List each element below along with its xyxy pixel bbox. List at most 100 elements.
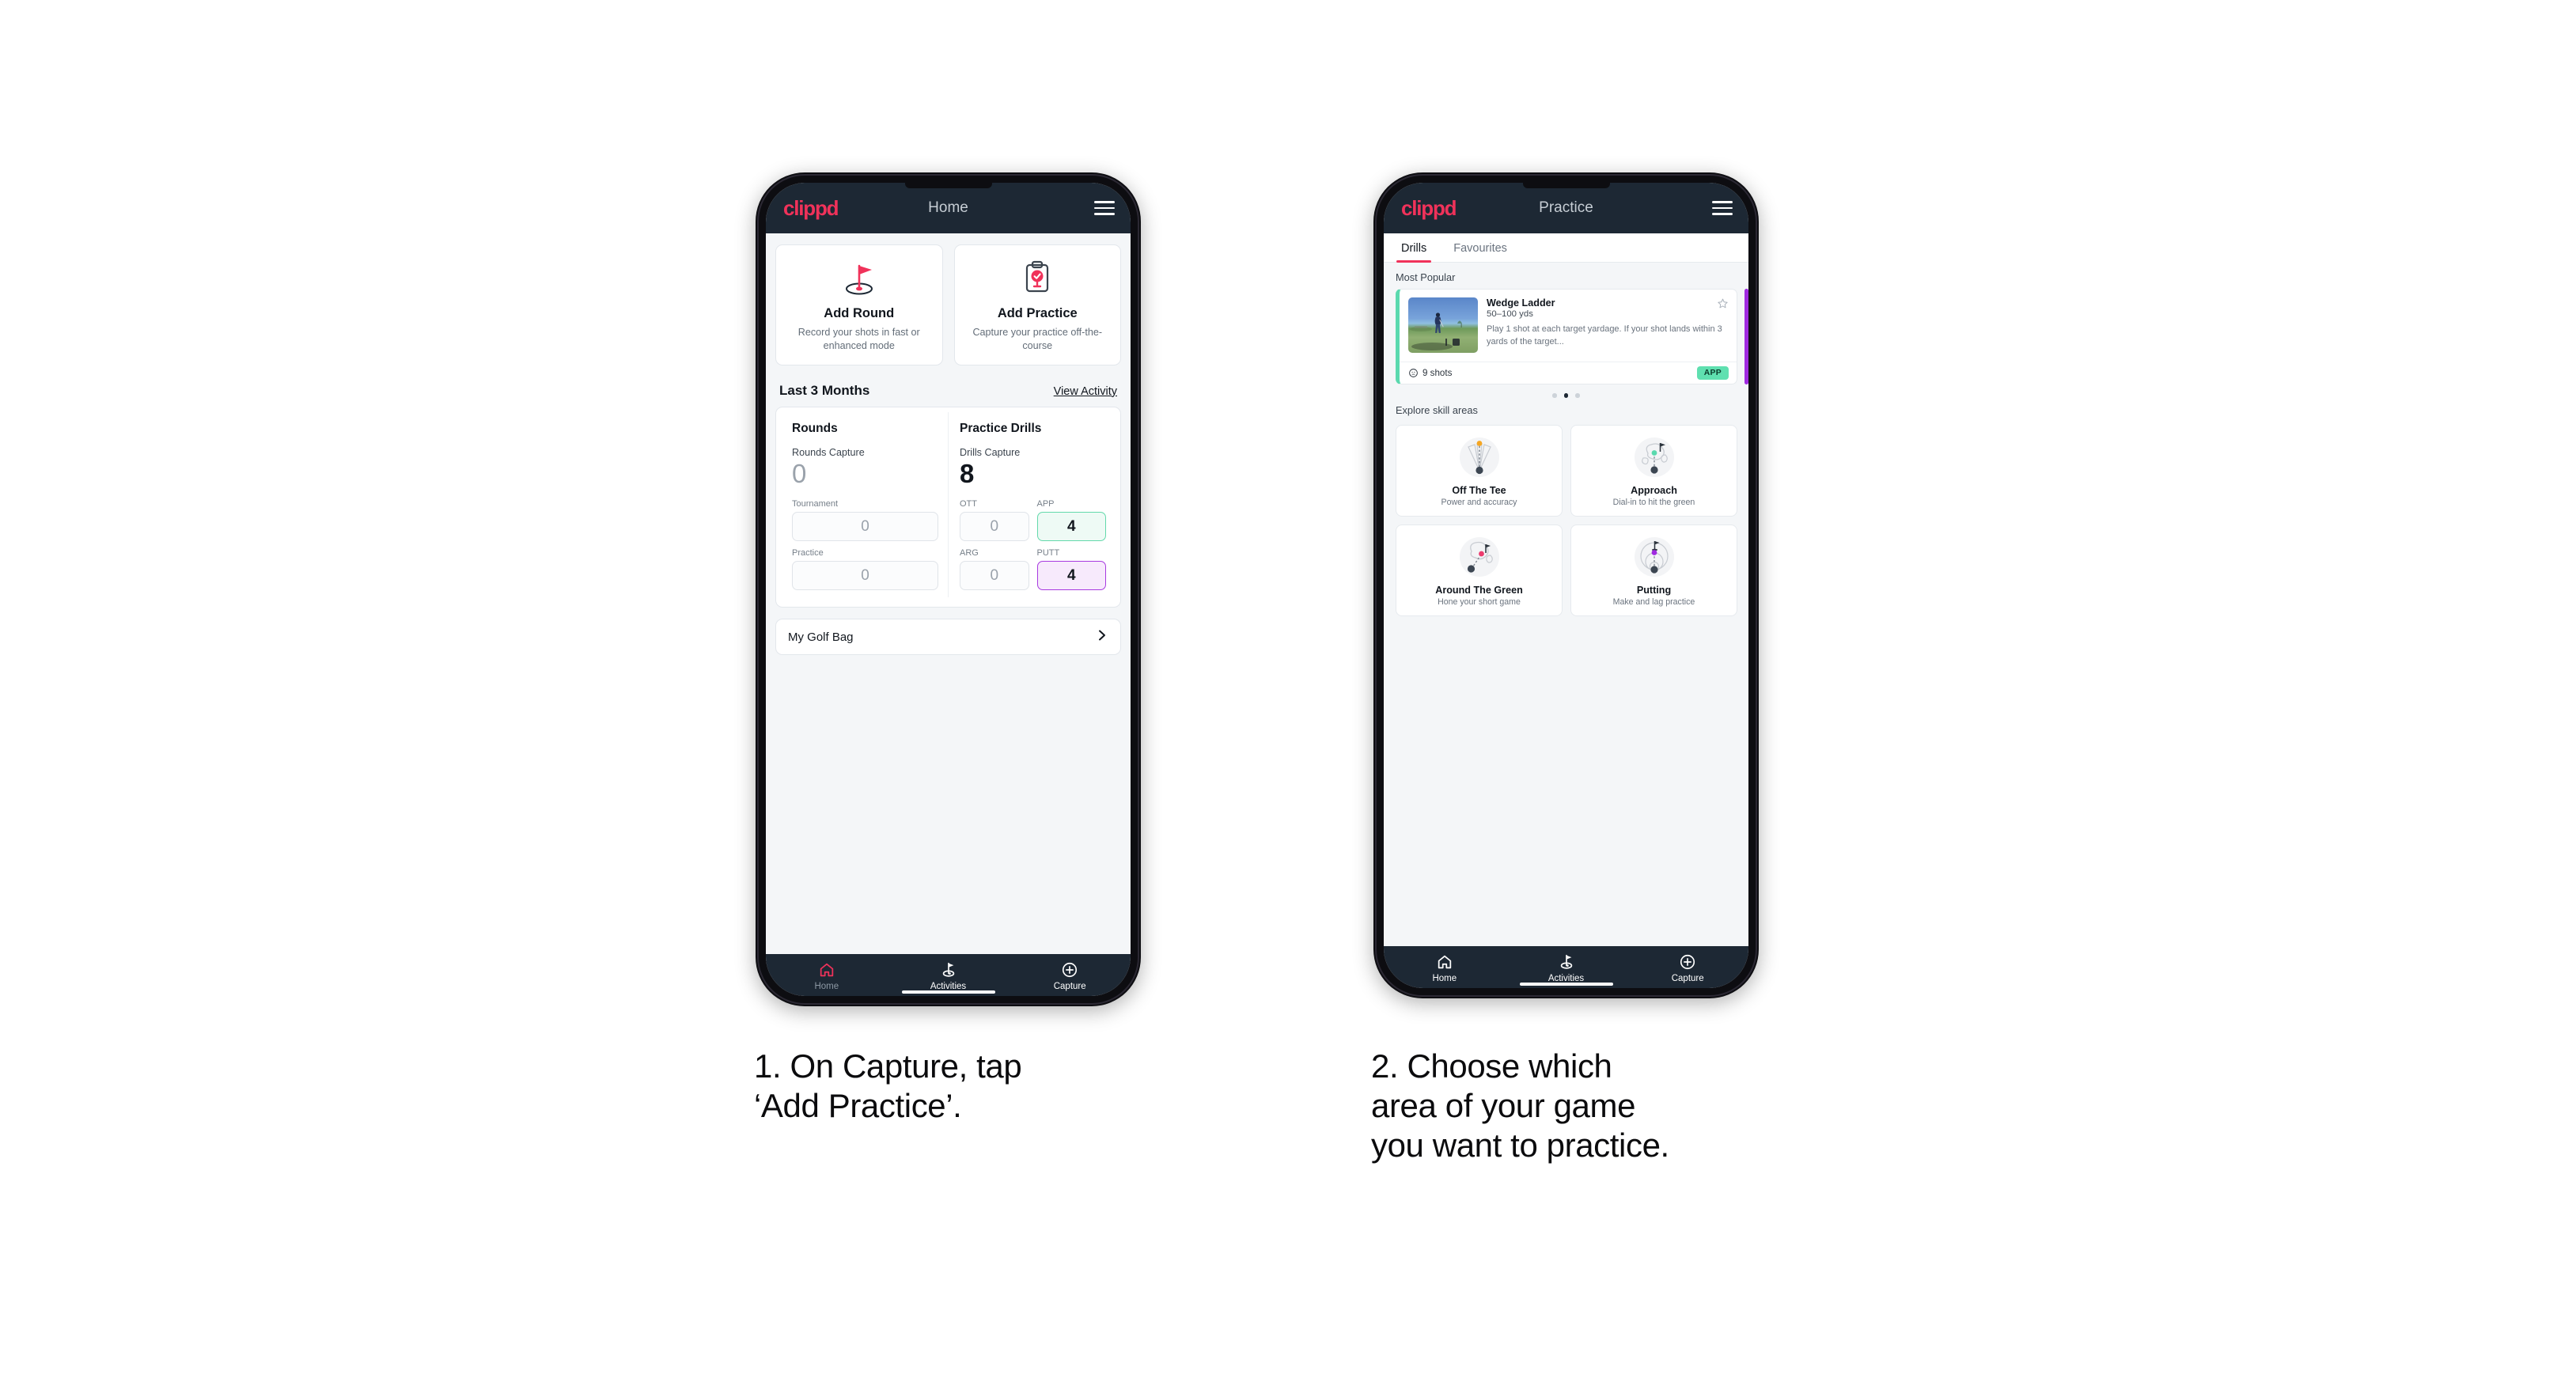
- tutorial-graphic: clippd Home Add Round Record your shots …: [0, 0, 2576, 1386]
- skill-card-around-the-green[interactable]: Around The Green Hone your short game: [1396, 524, 1563, 616]
- ott-label: OTT: [960, 499, 977, 509]
- app-field-group: APP 4: [1036, 499, 1106, 542]
- home-indicator: [901, 990, 995, 994]
- arg-value[interactable]: 0: [960, 561, 1029, 591]
- putt-label: PUTT: [1036, 548, 1060, 559]
- app-value[interactable]: 4: [1036, 512, 1106, 542]
- home-indicator: [1519, 982, 1613, 986]
- clippd-logo[interactable]: clippd: [1401, 198, 1457, 218]
- carousel-dot-1[interactable]: [1552, 393, 1557, 398]
- home-icon: [1438, 955, 1452, 969]
- drills-capture-label: Drills Capture: [960, 446, 1021, 458]
- practice-tabs: Drills Favourites: [1384, 233, 1748, 263]
- ott-value[interactable]: 0: [960, 512, 1029, 542]
- golf-flag-hole-icon: [782, 258, 936, 299]
- clock-icon: [1409, 369, 1418, 377]
- nav-label-home: Home: [814, 982, 839, 991]
- drill-card-footer: 9 shots APP: [1400, 362, 1737, 384]
- drill-card-top: Wedge Ladder 50–100 yds Play 1 shot at e…: [1400, 290, 1737, 362]
- carousel-dot-2[interactable]: [1563, 393, 1569, 398]
- my-golf-bag-label: My Golf Bag: [788, 630, 854, 644]
- add-practice-title: Add Practice: [997, 306, 1078, 320]
- drill-description: Play 1 shot at each target yardage. If y…: [1487, 324, 1722, 346]
- nav-item-activities[interactable]: Activities: [888, 961, 1010, 991]
- skill-card-approach[interactable]: Approach Dial-in to hit the green: [1570, 424, 1737, 517]
- tab-drills[interactable]: Drills: [1396, 233, 1432, 263]
- view-activity-link[interactable]: View Activity: [1054, 385, 1117, 398]
- add-round-subtitle: Record your shots in fast or enhanced mo…: [797, 327, 920, 352]
- explore-skill-areas-label: Explore skill areas: [1396, 403, 1478, 416]
- tournament-value[interactable]: 0: [792, 512, 938, 542]
- app-bar: clippd Home: [766, 183, 1131, 233]
- chevron-right-icon: [1096, 629, 1108, 646]
- skill-areas-grid: Off The Tee Power and accuracy Approach …: [1384, 422, 1748, 616]
- practice-value[interactable]: 0: [792, 561, 938, 591]
- nav-item-activities[interactable]: Activities: [1506, 953, 1627, 983]
- golf-flag-icon: [942, 962, 954, 977]
- practice-drills-column: Practice Drills Drills Capture 8 OTT 0 A…: [948, 411, 1116, 598]
- skill-subtitle: Dial-in to hit the green: [1612, 497, 1695, 507]
- bottom-navigation: Home Activities Capture: [766, 954, 1131, 996]
- add-round-title: Add Round: [824, 306, 895, 320]
- add-round-card[interactable]: Add Round Record your shots in fast or e…: [775, 244, 943, 365]
- app-label: APP: [1036, 499, 1055, 509]
- plus-circle-icon: [1680, 954, 1695, 970]
- putt-value[interactable]: 4: [1036, 561, 1106, 591]
- add-practice-card[interactable]: Add Practice Capture your practice off-t…: [953, 244, 1121, 365]
- carousel-dots[interactable]: [1384, 384, 1748, 401]
- app-bar: clippd Practice: [1384, 183, 1748, 233]
- home-scroll-area: Add Round Record your shots in fast or e…: [766, 233, 1131, 954]
- drill-carousel[interactable]: Wedge Ladder 50–100 yds Play 1 shot at e…: [1384, 289, 1748, 384]
- practice-scroll-area: Drills Favourites Most Popular Wedge Lad…: [1384, 233, 1748, 946]
- phone-mockup-home: clippd Home Add Round Record your shots …: [756, 172, 1141, 1006]
- ott-app-row: OTT 0 APP 4: [960, 499, 1106, 542]
- star-outline-icon[interactable]: [1717, 297, 1729, 313]
- last-3-months-header: Last 3 Months View Activity: [766, 365, 1131, 407]
- course-scenery: [1410, 320, 1462, 350]
- skill-card-putting[interactable]: Putting Make and lag practice: [1570, 524, 1737, 616]
- quick-actions: Add Round Record your shots in fast or e…: [766, 233, 1131, 365]
- golf-flag-icon: [1560, 954, 1572, 969]
- skill-title: Around The Green: [1435, 584, 1523, 596]
- nav-item-home[interactable]: Home: [766, 961, 888, 991]
- skill-subtitle: Power and accuracy: [1441, 497, 1517, 507]
- nav-item-capture[interactable]: Capture: [1627, 953, 1748, 983]
- clipboard-check-icon: [961, 258, 1115, 299]
- tournament-label: Tournament: [792, 499, 839, 509]
- rounds-capture-label: Rounds Capture: [792, 446, 865, 458]
- arg-putt-row: ARG 0 PUTT 4: [960, 548, 1106, 591]
- skill-title: Off The Tee: [1452, 484, 1506, 496]
- carousel-dot-3[interactable]: [1575, 393, 1580, 398]
- drills-heading: Practice Drills: [960, 421, 1042, 435]
- nav-item-capture[interactable]: Capture: [1009, 961, 1131, 991]
- nav-item-home[interactable]: Home: [1384, 953, 1506, 983]
- drill-shots-label: 9 shots: [1422, 368, 1453, 378]
- drill-category-badge: APP: [1696, 366, 1729, 380]
- chip-around-green-icon: [1401, 532, 1557, 581]
- rounds-capture-value: 0: [792, 458, 807, 488]
- drill-yardage: 50–100 yds: [1487, 309, 1533, 319]
- plus-circle-icon: [1063, 962, 1078, 978]
- drill-card-wedge-ladder[interactable]: Wedge Ladder 50–100 yds Play 1 shot at e…: [1396, 289, 1737, 384]
- phone-notch: [904, 183, 992, 188]
- tab-favourites[interactable]: Favourites: [1449, 233, 1512, 262]
- drill-info: Wedge Ladder 50–100 yds Play 1 shot at e…: [1487, 297, 1729, 353]
- tournament-field-group: Tournament 0: [792, 499, 938, 542]
- rounds-heading: Rounds: [792, 421, 838, 435]
- tee-dispersion-icon: [1401, 433, 1557, 482]
- hamburger-menu-icon[interactable]: [1712, 201, 1733, 215]
- section-title: Last 3 Months: [779, 382, 870, 398]
- skill-card-off-the-tee[interactable]: Off The Tee Power and accuracy: [1396, 424, 1563, 517]
- arg-field-group: ARG 0: [960, 548, 1029, 591]
- bottom-navigation: Home Activities Capture: [1384, 946, 1748, 988]
- hamburger-menu-icon[interactable]: [1094, 201, 1115, 215]
- skill-subtitle: Hone your short game: [1438, 596, 1521, 607]
- nav-label-home: Home: [1432, 974, 1457, 983]
- home-icon: [820, 963, 834, 977]
- next-card-peek[interactable]: [1744, 289, 1748, 384]
- drill-thumbnail: [1408, 297, 1478, 353]
- my-golf-bag-row[interactable]: My Golf Bag: [775, 619, 1121, 656]
- nav-label-capture: Capture: [1671, 974, 1704, 983]
- practice-field-group: Practice 0: [792, 548, 938, 591]
- clippd-logo[interactable]: clippd: [783, 198, 839, 218]
